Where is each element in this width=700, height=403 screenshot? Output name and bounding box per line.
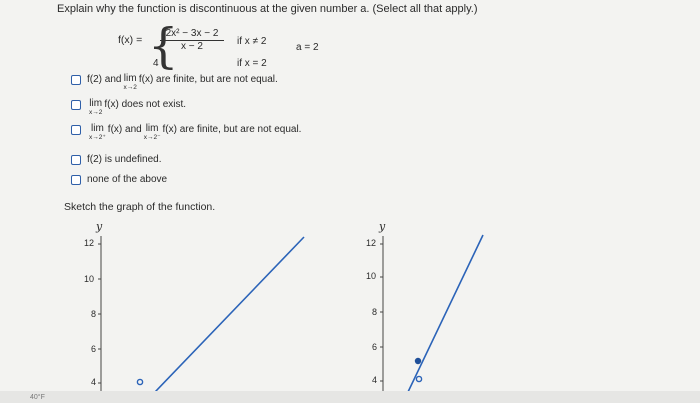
sketch-label: Sketch the graph of the function. [64, 201, 216, 213]
checkbox-option-1[interactable] [71, 75, 81, 85]
option-3-limit-left: lim x→2⁻ [144, 124, 161, 142]
piece1-fraction: 2x² − 3x − 2 x − 2 [160, 28, 224, 52]
option-4[interactable]: f(2) is undefined. [71, 154, 162, 165]
filled-point [414, 357, 422, 365]
option-5[interactable]: none of the above [71, 174, 167, 185]
option-2-post: f(x) does not exist. [104, 99, 187, 110]
option-4-text: f(2) is undefined. [87, 154, 162, 165]
option-3-mid: f(x) and [107, 124, 142, 135]
graph-left[interactable]: y 12 10 8 6 4 [82, 220, 322, 392]
graph-right[interactable]: y 12 10 8 6 4 [362, 220, 502, 392]
piece1-numerator: 2x² − 3x − 2 [160, 28, 224, 41]
question-text: Explain why the function is discontinuou… [57, 3, 478, 15]
option-1-post: f(x) are finite, but are not equal. [138, 74, 278, 85]
taskbar [0, 391, 700, 403]
piece2-condition: if x = 2 [237, 58, 267, 69]
option-2-limit: lim x→2 [89, 99, 102, 117]
a-value: a = 2 [296, 42, 319, 53]
function-line [407, 234, 484, 392]
piece2-value: 4 [153, 58, 159, 69]
checkbox-option-3[interactable] [71, 125, 81, 135]
option-3[interactable]: lim x→2⁺ f(x) and lim x→2⁻ f(x) are fini… [71, 124, 301, 142]
lim-sub: x→2⁺ [89, 134, 106, 141]
taskbar-temperature: 40°F [30, 394, 45, 401]
lim-sub: x→2 [89, 109, 103, 116]
option-2[interactable]: lim x→2 f(x) does not exist. [71, 99, 186, 117]
open-point [136, 378, 144, 386]
piece1-denominator: x − 2 [181, 41, 203, 52]
checkbox-option-4[interactable] [71, 155, 81, 165]
lim-sub: x→2⁻ [143, 134, 161, 141]
lim-sub: x→2 [123, 84, 137, 91]
option-5-text: none of the above [87, 174, 168, 185]
function-line [154, 236, 305, 392]
piece1-condition: if x ≠ 2 [237, 36, 267, 47]
checkbox-option-5[interactable] [71, 175, 81, 185]
option-1-pre: f(2) and [87, 74, 122, 85]
option-1[interactable]: f(2) and lim x→2 f(x) are finite, but ar… [71, 74, 278, 92]
graph-left-plot[interactable] [82, 220, 322, 392]
checkbox-option-2[interactable] [71, 100, 81, 110]
option-1-limit: lim x→2 [123, 74, 136, 92]
option-3-limit-right: lim x→2⁺ [89, 124, 106, 142]
graph-right-plot[interactable] [362, 220, 502, 392]
page: Explain why the function is discontinuou… [0, 0, 700, 403]
open-point [415, 375, 423, 383]
option-3-post: f(x) are finite, but are not equal. [162, 124, 302, 135]
function-lhs: f(x) = [118, 34, 143, 46]
